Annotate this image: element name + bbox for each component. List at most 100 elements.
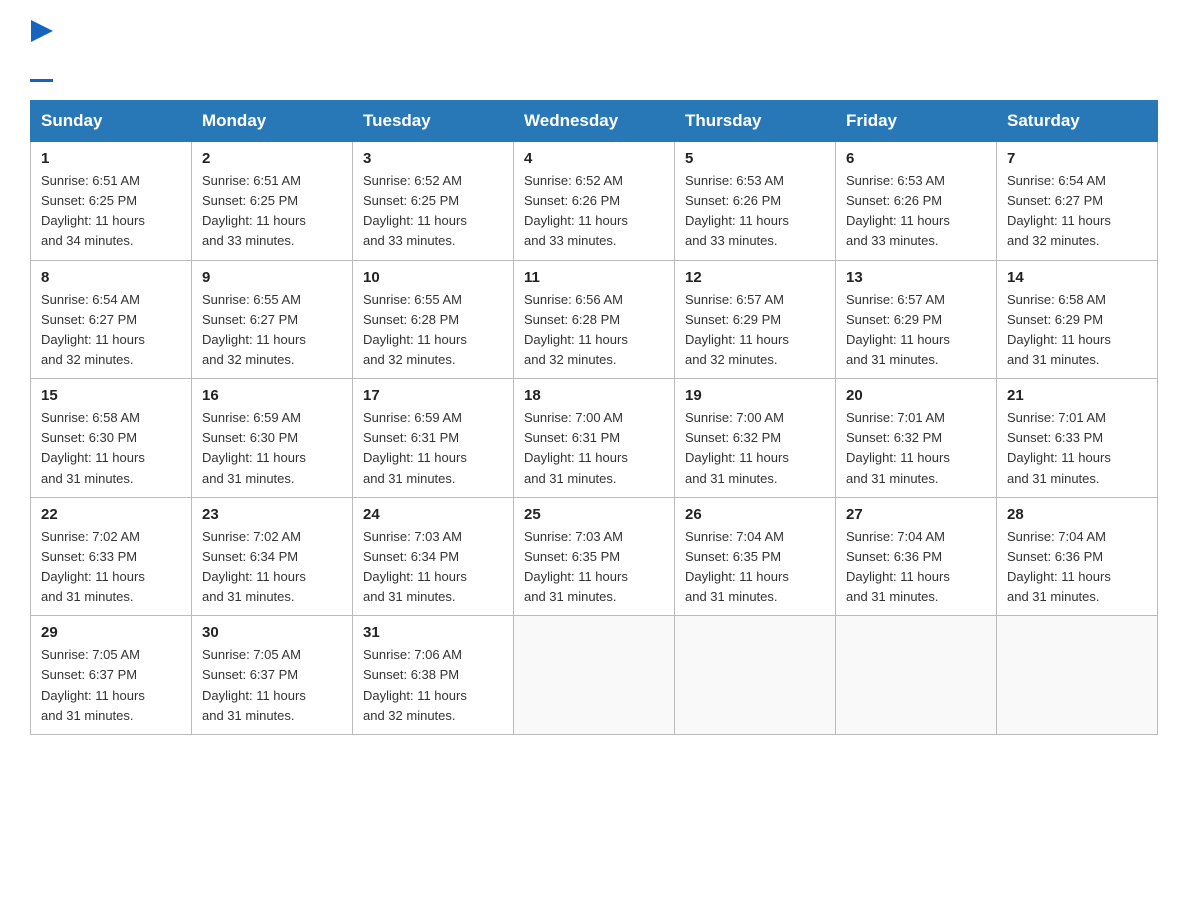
- calendar-day-cell: 12Sunrise: 6:57 AMSunset: 6:29 PMDayligh…: [675, 260, 836, 379]
- day-number: 19: [685, 387, 825, 404]
- day-number: 1: [41, 150, 181, 167]
- calendar-day-cell: 21 Sunrise: 7:01 AMSunset: 6:33 PMDayligh…: [997, 379, 1158, 498]
- day-info: Sunrise: 6:51 AMSunset: 6:25 PMDaylight:…: [202, 171, 342, 252]
- day-info: Sunrise: 6:53 AMSunset: 6:26 PMDaylight:…: [685, 171, 825, 252]
- calendar-day-cell: 4 Sunrise: 6:52 AMSunset: 6:26 PMDaylight…: [514, 142, 675, 261]
- day-info: Sunrise: 7:00 AMSunset: 6:31 PMDaylight:…: [524, 408, 664, 489]
- calendar-week-row: 29 Sunrise: 7:05 AMSunset: 6:37 PMDayligh…: [31, 616, 1158, 735]
- calendar-day-cell: [997, 616, 1158, 735]
- calendar-day-cell: 13 Sunrise: 6:57 AMSunset: 6:29 PMDayligh…: [836, 260, 997, 379]
- day-number: 17: [363, 387, 503, 404]
- day-number: 3: [363, 150, 503, 167]
- calendar-day-cell: 22Sunrise: 7:02 AMSunset: 6:33 PMDayligh…: [31, 497, 192, 616]
- calendar-day-cell: 17 Sunrise: 6:59 AMSunset: 6:31 PMDayligh…: [353, 379, 514, 498]
- calendar-day-cell: 2Sunrise: 6:51 AMSunset: 6:25 PMDaylight…: [192, 142, 353, 261]
- day-info: Sunrise: 6:59 AMSunset: 6:30 PMDaylight:…: [202, 408, 342, 489]
- day-info: Sunrise: 6:54 AMSunset: 6:27 PMDaylight:…: [41, 290, 181, 371]
- day-of-week-header: Wednesday: [514, 101, 675, 142]
- calendar-day-cell: 29 Sunrise: 7:05 AMSunset: 6:37 PMDayligh…: [31, 616, 192, 735]
- calendar-day-cell: 19 Sunrise: 7:00 AMSunset: 6:32 PMDayligh…: [675, 379, 836, 498]
- day-of-week-header: Tuesday: [353, 101, 514, 142]
- page-header: [30, 20, 1158, 82]
- day-number: 7: [1007, 150, 1147, 167]
- day-number: 21: [1007, 387, 1147, 404]
- day-info: Sunrise: 7:03 AMSunset: 6:34 PMDaylight:…: [363, 527, 503, 608]
- day-info: Sunrise: 7:04 AMSunset: 6:35 PMDaylight:…: [685, 527, 825, 608]
- day-number: 23: [202, 506, 342, 523]
- day-number: 4: [524, 150, 664, 167]
- calendar-day-cell: [675, 616, 836, 735]
- day-info: Sunrise: 6:57 AMSunset: 6:29 PMDaylight:…: [846, 290, 986, 371]
- day-number: 14: [1007, 269, 1147, 286]
- day-info: Sunrise: 7:05 AMSunset: 6:37 PMDaylight:…: [41, 645, 181, 726]
- logo: [30, 20, 53, 82]
- day-info: Sunrise: 7:00 AMSunset: 6:32 PMDaylight:…: [685, 408, 825, 489]
- day-number: 15: [41, 387, 181, 404]
- day-number: 9: [202, 269, 342, 286]
- logo-underline: [30, 79, 53, 82]
- day-info: Sunrise: 7:06 AMSunset: 6:38 PMDaylight:…: [363, 645, 503, 726]
- day-number: 29: [41, 624, 181, 641]
- day-of-week-header: Saturday: [997, 101, 1158, 142]
- day-number: 28: [1007, 506, 1147, 523]
- day-number: 24: [363, 506, 503, 523]
- calendar-day-cell: 26 Sunrise: 7:04 AMSunset: 6:35 PMDayligh…: [675, 497, 836, 616]
- calendar-day-cell: 3 Sunrise: 6:52 AMSunset: 6:25 PMDaylight…: [353, 142, 514, 261]
- calendar-day-cell: 23Sunrise: 7:02 AMSunset: 6:34 PMDayligh…: [192, 497, 353, 616]
- calendar-day-cell: 10 Sunrise: 6:55 AMSunset: 6:28 PMDayligh…: [353, 260, 514, 379]
- day-info: Sunrise: 7:01 AMSunset: 6:33 PMDaylight:…: [1007, 408, 1147, 489]
- day-info: Sunrise: 6:51 AMSunset: 6:25 PMDaylight:…: [41, 171, 181, 252]
- calendar-day-cell: 15 Sunrise: 6:58 AMSunset: 6:30 PMDayligh…: [31, 379, 192, 498]
- calendar-week-row: 15 Sunrise: 6:58 AMSunset: 6:30 PMDayligh…: [31, 379, 1158, 498]
- calendar-table: SundayMondayTuesdayWednesdayThursdayFrid…: [30, 100, 1158, 735]
- day-info: Sunrise: 6:59 AMSunset: 6:31 PMDaylight:…: [363, 408, 503, 489]
- calendar-day-cell: 8 Sunrise: 6:54 AMSunset: 6:27 PMDaylight…: [31, 260, 192, 379]
- day-number: 26: [685, 506, 825, 523]
- day-number: 11: [524, 269, 664, 286]
- calendar-week-row: 8 Sunrise: 6:54 AMSunset: 6:27 PMDaylight…: [31, 260, 1158, 379]
- day-info: Sunrise: 6:58 AMSunset: 6:29 PMDaylight:…: [1007, 290, 1147, 371]
- day-of-week-header: Sunday: [31, 101, 192, 142]
- day-number: 20: [846, 387, 986, 404]
- day-of-week-header: Monday: [192, 101, 353, 142]
- day-info: Sunrise: 6:53 AMSunset: 6:26 PMDaylight:…: [846, 171, 986, 252]
- calendar-day-cell: 31 Sunrise: 7:06 AMSunset: 6:38 PMDayligh…: [353, 616, 514, 735]
- day-info: Sunrise: 6:55 AMSunset: 6:27 PMDaylight:…: [202, 290, 342, 371]
- day-number: 10: [363, 269, 503, 286]
- day-info: Sunrise: 6:54 AMSunset: 6:27 PMDaylight:…: [1007, 171, 1147, 252]
- calendar-day-cell: [836, 616, 997, 735]
- day-info: Sunrise: 6:55 AMSunset: 6:28 PMDaylight:…: [363, 290, 503, 371]
- calendar-day-cell: 18 Sunrise: 7:00 AMSunset: 6:31 PMDayligh…: [514, 379, 675, 498]
- calendar-day-cell: 27 Sunrise: 7:04 AMSunset: 6:36 PMDayligh…: [836, 497, 997, 616]
- day-number: 25: [524, 506, 664, 523]
- calendar-day-cell: 30Sunrise: 7:05 AMSunset: 6:37 PMDayligh…: [192, 616, 353, 735]
- calendar-day-cell: 20Sunrise: 7:01 AMSunset: 6:32 PMDayligh…: [836, 379, 997, 498]
- day-info: Sunrise: 6:52 AMSunset: 6:25 PMDaylight:…: [363, 171, 503, 252]
- day-info: Sunrise: 7:04 AMSunset: 6:36 PMDaylight:…: [846, 527, 986, 608]
- day-number: 13: [846, 269, 986, 286]
- day-number: 31: [363, 624, 503, 641]
- day-of-week-header: Thursday: [675, 101, 836, 142]
- day-number: 22: [41, 506, 181, 523]
- calendar-day-cell: 25 Sunrise: 7:03 AMSunset: 6:35 PMDayligh…: [514, 497, 675, 616]
- day-info: Sunrise: 6:56 AMSunset: 6:28 PMDaylight:…: [524, 290, 664, 371]
- day-number: 16: [202, 387, 342, 404]
- day-info: Sunrise: 6:52 AMSunset: 6:26 PMDaylight:…: [524, 171, 664, 252]
- calendar-day-cell: 1 Sunrise: 6:51 AMSunset: 6:25 PMDaylight…: [31, 142, 192, 261]
- calendar-day-cell: 28Sunrise: 7:04 AMSunset: 6:36 PMDayligh…: [997, 497, 1158, 616]
- day-number: 27: [846, 506, 986, 523]
- day-info: Sunrise: 7:05 AMSunset: 6:37 PMDaylight:…: [202, 645, 342, 726]
- day-number: 8: [41, 269, 181, 286]
- day-number: 18: [524, 387, 664, 404]
- day-info: Sunrise: 6:57 AMSunset: 6:29 PMDaylight:…: [685, 290, 825, 371]
- day-number: 5: [685, 150, 825, 167]
- day-info: Sunrise: 6:58 AMSunset: 6:30 PMDaylight:…: [41, 408, 181, 489]
- calendar-week-row: 22Sunrise: 7:02 AMSunset: 6:33 PMDayligh…: [31, 497, 1158, 616]
- calendar-day-cell: 14 Sunrise: 6:58 AMSunset: 6:29 PMDayligh…: [997, 260, 1158, 379]
- calendar-header-row: SundayMondayTuesdayWednesdayThursdayFrid…: [31, 101, 1158, 142]
- day-info: Sunrise: 7:03 AMSunset: 6:35 PMDaylight:…: [524, 527, 664, 608]
- calendar-day-cell: 11 Sunrise: 6:56 AMSunset: 6:28 PMDayligh…: [514, 260, 675, 379]
- calendar-day-cell: [514, 616, 675, 735]
- calendar-week-row: 1 Sunrise: 6:51 AMSunset: 6:25 PMDaylight…: [31, 142, 1158, 261]
- day-of-week-header: Friday: [836, 101, 997, 142]
